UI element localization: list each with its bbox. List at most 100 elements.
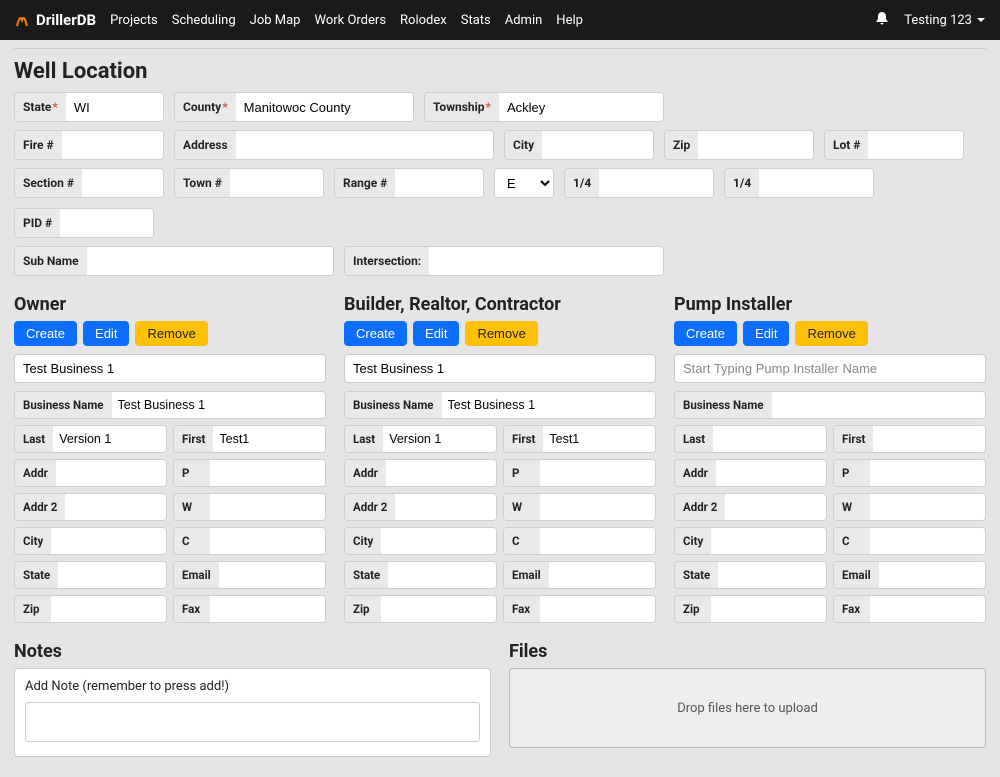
pump-city-label: City [675, 528, 711, 554]
wl-city-input[interactable] [542, 131, 653, 159]
brc-first-input[interactable] [543, 426, 655, 452]
owner-last-input[interactable] [53, 426, 166, 452]
brc-addr-input[interactable] [386, 460, 496, 486]
town-input[interactable] [230, 169, 323, 197]
township-input[interactable] [499, 93, 663, 121]
pump-c-input[interactable] [870, 528, 985, 554]
pump-email-input[interactable] [879, 562, 985, 588]
owner-create-button[interactable]: Create [14, 321, 77, 346]
quarter1-input[interactable] [599, 169, 713, 197]
brc-biz-input[interactable] [442, 392, 656, 418]
brc-c-input[interactable] [540, 528, 655, 554]
brc-state-input[interactable] [388, 562, 496, 588]
user-menu[interactable]: Testing 123 [904, 13, 986, 28]
owner-addr2-input[interactable] [65, 494, 166, 520]
brc-last-input[interactable] [383, 426, 496, 452]
wl-city-field: City [504, 130, 654, 160]
brand-text: DrillerDB [36, 11, 96, 29]
nav-workorders[interactable]: Work Orders [314, 13, 386, 28]
lot-input[interactable] [868, 131, 963, 159]
nav-help[interactable]: Help [556, 13, 583, 28]
pump-w-input[interactable] [870, 494, 985, 520]
owner-heading: Owner [14, 294, 326, 315]
pump-last-input[interactable] [713, 426, 826, 452]
nav-jobmap[interactable]: Job Map [250, 13, 301, 28]
brc-c-label: C [504, 528, 540, 554]
range-dir-field: E [494, 168, 554, 198]
owner-biz-input[interactable] [112, 392, 326, 418]
owner-city-input[interactable] [51, 528, 166, 554]
township-label: Township [433, 100, 485, 114]
intersection-label: Intersection: [345, 247, 429, 275]
owner-edit-button[interactable]: Edit [83, 321, 129, 346]
wl-city-label: City [505, 131, 542, 159]
owner-w-input[interactable] [210, 494, 325, 520]
brc-w-input[interactable] [540, 494, 655, 520]
brc-addr-label: Addr [345, 460, 386, 486]
nav-scheduling[interactable]: Scheduling [172, 13, 236, 28]
owner-addr-input[interactable] [56, 460, 166, 486]
brc-search-input[interactable] [344, 354, 656, 383]
range-dir-select[interactable]: E [495, 169, 553, 197]
pump-remove-button[interactable]: Remove [795, 321, 867, 346]
owner-fax-input[interactable] [210, 596, 325, 622]
fire-label: Fire # [15, 131, 62, 159]
owner-c-input[interactable] [210, 528, 325, 554]
pid-input[interactable] [60, 209, 153, 237]
owner-first-input[interactable] [213, 426, 325, 452]
quarter1-label: 1/4 [565, 169, 599, 197]
file-drop-zone[interactable]: Drop files here to upload [509, 668, 986, 748]
county-input[interactable] [236, 93, 413, 121]
pump-addr2-input[interactable] [725, 494, 826, 520]
pump-biz-input[interactable] [772, 392, 986, 418]
owner-search-input[interactable] [14, 354, 326, 383]
pump-city-input[interactable] [711, 528, 826, 554]
owner-email-input[interactable] [219, 562, 325, 588]
notifications-icon[interactable] [874, 10, 890, 30]
note-textarea[interactable] [25, 702, 480, 742]
pump-search-input[interactable] [674, 354, 986, 383]
pump-addr-input[interactable] [716, 460, 826, 486]
wl-zip-input[interactable] [698, 131, 813, 159]
brc-edit-button[interactable]: Edit [413, 321, 459, 346]
range-input[interactable] [395, 169, 483, 197]
owner-p-label: P [174, 460, 210, 486]
pump-state-input[interactable] [718, 562, 826, 588]
section-input[interactable] [82, 169, 163, 197]
owner-p-input[interactable] [210, 460, 325, 486]
pump-create-button[interactable]: Create [674, 321, 737, 346]
quarter2-input[interactable] [759, 169, 873, 197]
owner-state-input[interactable] [58, 562, 166, 588]
pump-first-input[interactable] [873, 426, 985, 452]
brc-email-input[interactable] [549, 562, 655, 588]
sub-input[interactable] [87, 247, 333, 275]
fire-input[interactable] [62, 131, 163, 159]
pump-p-input[interactable] [870, 460, 985, 486]
brand[interactable]: DrillerDB [14, 11, 96, 29]
pump-c-label: C [834, 528, 870, 554]
brc-addr2-input[interactable] [395, 494, 496, 520]
address-input[interactable] [236, 131, 493, 159]
nav-admin[interactable]: Admin [505, 13, 543, 28]
brc-fax-input[interactable] [540, 596, 655, 622]
pump-fax-input[interactable] [870, 596, 985, 622]
brc-city-input[interactable] [381, 528, 496, 554]
owner-zip-label: Zip [15, 596, 51, 622]
brc-remove-button[interactable]: Remove [465, 321, 537, 346]
town-label: Town # [175, 169, 230, 197]
nav-projects[interactable]: Projects [110, 13, 158, 28]
nav-links: Projects Scheduling Job Map Work Orders … [110, 13, 583, 28]
owner-remove-button[interactable]: Remove [135, 321, 207, 346]
owner-zip-input[interactable] [51, 596, 166, 622]
pump-edit-button[interactable]: Edit [743, 321, 789, 346]
pump-biz-label: Business Name [675, 392, 772, 418]
nav-stats[interactable]: Stats [461, 13, 491, 28]
pump-zip-input[interactable] [711, 596, 826, 622]
brc-zip-input[interactable] [381, 596, 496, 622]
brc-p-input[interactable] [540, 460, 655, 486]
intersection-input[interactable] [429, 247, 663, 275]
nav-rolodex[interactable]: Rolodex [400, 13, 447, 28]
brc-create-button[interactable]: Create [344, 321, 407, 346]
files-panel: Files Drop files here to upload [509, 631, 986, 757]
state-input[interactable] [66, 93, 163, 121]
